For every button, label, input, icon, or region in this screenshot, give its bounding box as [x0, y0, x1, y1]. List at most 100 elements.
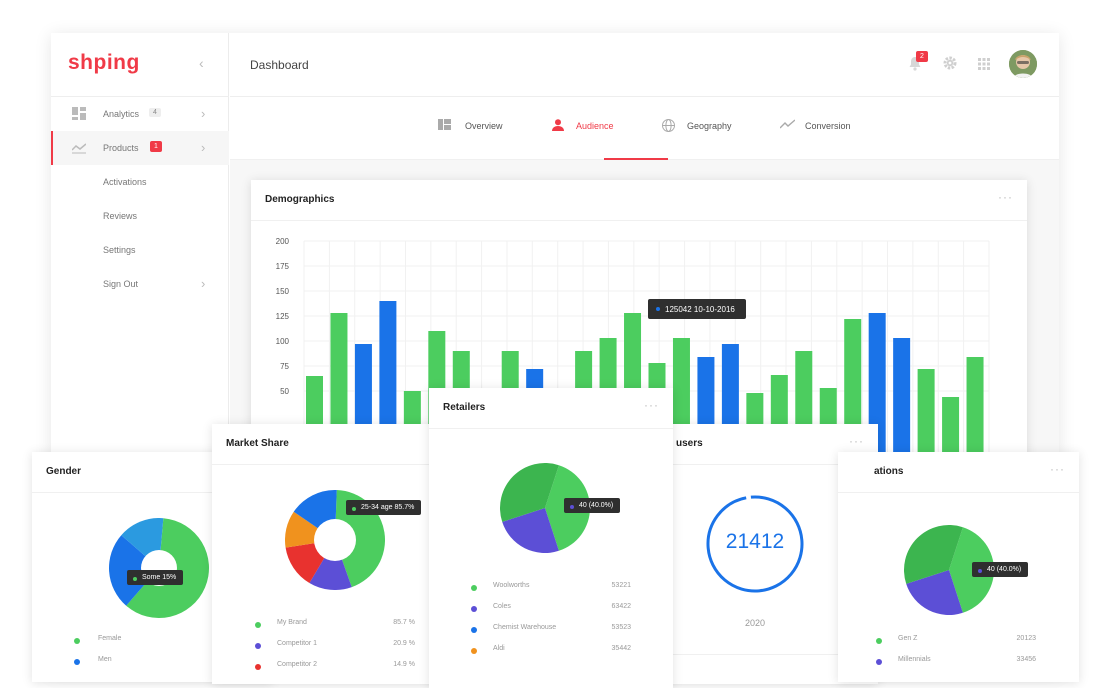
legend-label: Coles — [493, 603, 511, 610]
legend-label: Millennials — [898, 656, 931, 663]
page-title: Dashboard — [250, 58, 309, 72]
legend-item: Millennials 33456 — [876, 656, 1036, 670]
legend-label: Competitor 2 — [277, 661, 318, 668]
sidebar-item-products[interactable]: Products 1 › — [51, 131, 229, 165]
donut-hole — [314, 519, 356, 561]
gear-icon[interactable] — [942, 55, 958, 76]
y-tick-label: 50 — [280, 387, 289, 396]
sidebar-item-settings[interactable]: Settings — [51, 233, 229, 267]
card-title: Demographics — [265, 194, 335, 205]
tooltip-dot — [978, 569, 982, 573]
avatar[interactable] — [1009, 50, 1037, 78]
brand-logo[interactable]: shping — [68, 51, 140, 75]
market-share-card: Market Share 25-34 age 85.7% My Brand 85.… — [212, 424, 444, 684]
more-options-icon[interactable]: ··· — [998, 190, 1013, 204]
card-title: users — [676, 438, 703, 449]
tab-label: Overview — [465, 121, 503, 131]
legend-dot — [74, 659, 80, 665]
legend-value: 14.9 % — [393, 661, 415, 668]
divider — [429, 428, 673, 429]
y-tick-label: 200 — [276, 237, 290, 246]
sidebar-item-label: Analytics — [103, 109, 140, 119]
legend-value: 33456 — [1016, 656, 1036, 663]
legend-value: 20123 — [1016, 635, 1036, 642]
y-tick-label: 150 — [276, 287, 290, 296]
legend-dot — [471, 585, 477, 591]
chevron-right-icon: › — [201, 140, 206, 155]
sidebar-item-label: Reviews — [103, 211, 138, 221]
tooltip-dot — [133, 577, 137, 581]
tooltip-text: Some 15% — [142, 574, 177, 581]
more-options-icon[interactable]: ··· — [1050, 462, 1065, 476]
chart-tooltip: 40 (40.0%) — [972, 562, 1029, 577]
legend-dot — [255, 664, 261, 670]
legend-value: 35442 — [611, 645, 631, 652]
legend-value: 20.9 % — [393, 640, 415, 647]
legend-label: Competitor 1 — [277, 640, 318, 647]
legend-label: Men — [98, 656, 112, 663]
legend-item: Chemist Warehouse 53523 — [471, 624, 631, 638]
chart-tooltip: Some 15% — [127, 570, 184, 585]
legend-dot — [876, 659, 882, 665]
legend-dot — [471, 648, 477, 654]
sidebar-item-analytics[interactable]: Analytics 4 › — [51, 97, 229, 131]
legend-item: Competitor 1 20.9 % — [255, 640, 415, 654]
card-title: Retailers — [443, 402, 486, 413]
legend-label: Woolworths — [493, 582, 530, 589]
sidebar-item-label: Sign Out — [103, 279, 139, 289]
globe-icon — [662, 119, 675, 134]
retailers-card: Retailers ··· 40 (40.0%) Woolworths 53221… — [429, 388, 673, 688]
dashboard-grid-icon — [72, 107, 86, 120]
legend-dot — [255, 643, 261, 649]
legend-value: 53221 — [611, 582, 631, 589]
trend-icon — [779, 119, 796, 131]
sidebar-item-label: Settings — [103, 245, 136, 255]
user-icon — [552, 119, 564, 133]
card-title: Gender — [46, 466, 82, 477]
tooltip-dot — [570, 505, 574, 509]
chevron-right-icon: › — [201, 276, 206, 291]
y-tick-label: 175 — [276, 262, 290, 271]
generations-card: ations ··· 40 (40.0%) Gen Z 20123 Millenn… — [838, 452, 1079, 682]
chevron-right-icon: › — [201, 106, 206, 121]
tooltip-text: 40 (40.0%) — [579, 502, 614, 509]
gender-donut-chart — [109, 518, 209, 618]
more-options-icon[interactable]: ··· — [644, 398, 659, 412]
legend-value: 53523 — [611, 624, 631, 631]
legend-dot — [471, 606, 477, 612]
apps-grid-icon[interactable] — [978, 57, 990, 75]
more-options-icon[interactable]: ··· — [849, 434, 864, 448]
card-title: Market Share — [226, 438, 289, 449]
legend-dot — [471, 627, 477, 633]
sidebar-item-activations[interactable]: Activations — [51, 165, 229, 199]
legend-item: Coles 63422 — [471, 603, 631, 617]
layout-icon — [438, 119, 451, 132]
card-title: ations — [874, 466, 904, 477]
sidebar-item-reviews[interactable]: Reviews — [51, 199, 229, 233]
legend-item: Aldi 35442 — [471, 645, 631, 659]
sidebar-item-sign-out[interactable]: Sign Out › — [51, 267, 229, 301]
y-tick-label: 125 — [276, 312, 290, 321]
users-count: 21412 — [725, 530, 785, 553]
users-year: 2020 — [744, 618, 766, 628]
collapse-sidebar-icon[interactable]: ‹ — [199, 55, 204, 71]
tooltip-dot — [352, 507, 356, 511]
divider — [838, 492, 1079, 493]
divider — [212, 464, 444, 465]
legend-item: Gen Z 20123 — [876, 635, 1036, 649]
tooltip-text: 40 (40.0%) — [987, 566, 1022, 573]
y-tick-label: 75 — [280, 362, 289, 371]
notification-badge: 2 — [916, 51, 928, 62]
tab-label: Audience — [576, 121, 614, 131]
legend-label: My Brand — [277, 619, 307, 626]
chart-tooltip: 125042 10-10-2016 — [648, 299, 746, 319]
chart-tooltip: 40 (40.0%) — [564, 498, 621, 513]
tooltip-dot — [656, 307, 660, 311]
tooltip-text: 25-34 age 85.7% — [361, 504, 415, 511]
tooltip-text: 125042 10-10-2016 — [665, 305, 735, 314]
analytics-count-badge: 4 — [149, 108, 161, 117]
legend-item: Competitor 2 14.9 % — [255, 661, 415, 675]
legend-dot — [255, 622, 261, 628]
legend-label: Chemist Warehouse — [493, 624, 557, 631]
sidebar-item-label: Products — [103, 143, 139, 153]
